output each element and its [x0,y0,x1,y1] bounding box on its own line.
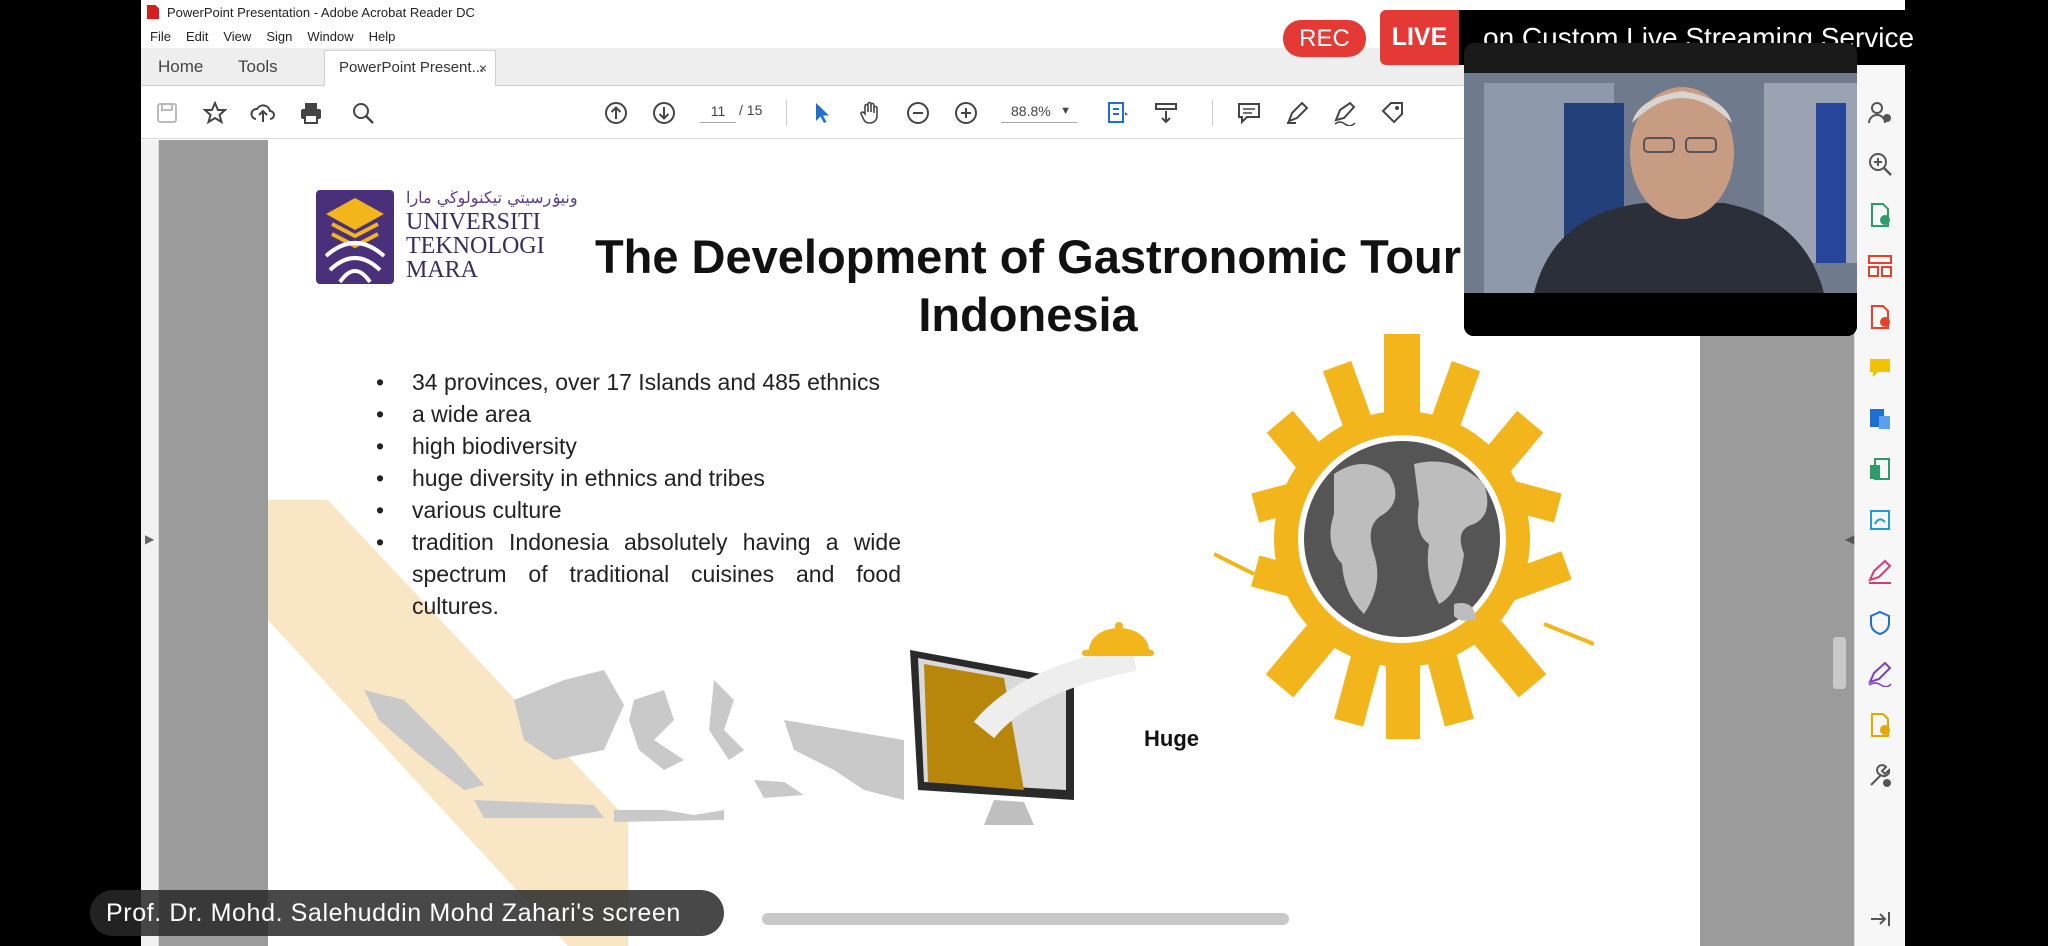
sign-icon[interactable] [1330,98,1360,128]
comment-icon[interactable] [1234,98,1264,128]
zoom-out-icon[interactable] [903,98,933,128]
acrobat-app-icon [147,5,159,19]
bullet-list: 34 provinces, over 17 Islands and 485 et… [376,366,901,622]
upload-cloud-icon[interactable] [248,98,278,128]
toolbar-divider [786,100,787,126]
zoom-select[interactable]: 88.8% ▼ [1001,99,1077,123]
share-user-icon[interactable] [1867,100,1893,126]
create-pdf-icon[interactable] [1867,304,1893,330]
slide-title-line-1: The Development of Gastronomic Tour [594,230,1462,283]
fill-sign-tool-icon[interactable] [1867,559,1893,585]
next-page-icon[interactable] [649,98,679,128]
toolbar-divider [1212,100,1213,126]
edit-pdf-icon[interactable] [1867,406,1893,432]
uitm-logo-icon [316,190,394,284]
webcam-video-frame [1464,43,1857,336]
bookmark-star-icon[interactable] [200,98,230,128]
protect-icon[interactable] [1867,610,1893,636]
collapse-panel-arrow-icon[interactable]: ◀ [1845,532,1854,546]
zoom-value: 88.8% [1011,103,1051,119]
save-icon[interactable] [152,98,182,128]
zoom-icon[interactable] [1867,151,1893,177]
send-sign-icon[interactable] [1867,508,1893,534]
horizontal-scroll-thumb[interactable] [762,913,1289,925]
bullet-item: 34 provinces, over 17 Islands and 485 et… [376,366,901,398]
bullet-item: high biodiversity [376,430,901,462]
chevron-down-icon: ▼ [1060,105,1071,117]
expand-left-panel-icon[interactable]: ▶ [145,532,154,546]
page-fit-icon[interactable] [1103,98,1133,128]
menu-window[interactable]: Window [307,29,353,44]
zoom-in-icon[interactable] [951,98,981,128]
live-badge: LIVE [1380,10,1459,65]
indonesia-map-icon [364,670,904,822]
prev-page-icon[interactable] [601,98,631,128]
menu-view[interactable]: View [223,29,251,44]
monitor-illustration [910,622,1154,825]
comment-tool-icon[interactable] [1867,355,1893,381]
logo-line-1: UNIVERSITI [406,209,541,235]
customize-tools-icon[interactable] [1867,763,1893,789]
scroll-mode-icon[interactable] [1151,98,1181,128]
bullet-item: huge diversity in ethnics and tribes [376,462,901,494]
search-icon[interactable] [348,98,378,128]
bullet-item: a wide area [376,398,901,430]
tab-home[interactable]: Home [158,48,203,86]
more-tools-icon[interactable] [1867,712,1893,738]
presenter-webcam [1464,43,1857,336]
logo-line-3: MARA [406,257,479,283]
tab-document-label: PowerPoint Present... [339,59,485,76]
page-number-input[interactable]: 11 [700,99,736,123]
collapse-panel-icon[interactable] [1867,906,1893,932]
window-title: PowerPoint Presentation - Adobe Acrobat … [167,4,475,20]
export-pdf-icon[interactable] [1867,202,1893,228]
sign-pen-icon[interactable] [1867,661,1893,688]
compress-icon[interactable] [1867,457,1893,483]
menu-file[interactable]: File [150,29,171,44]
city-globe-icon [1214,334,1594,739]
illustration-label: Huge [1144,726,1199,751]
fill-sign-icon[interactable] [1378,98,1408,128]
bullet-item: various culture [376,494,901,526]
close-tab-icon[interactable]: × [479,51,487,85]
bullet-item: tradition Indonesia absolutely having a … [376,526,901,622]
highlight-pen-icon[interactable] [1282,98,1312,128]
page-total: / 15 [739,102,763,118]
select-cursor-icon[interactable] [807,98,837,128]
tab-tools[interactable]: Tools [238,48,278,86]
screen-share-label: Prof. Dr. Mohd. Salehuddin Mohd Zahari's… [90,890,724,936]
tab-document[interactable]: PowerPoint Present... × [324,50,496,87]
rec-badge: REC [1283,20,1366,57]
right-tools-pane: ◀ [1845,48,1905,946]
menu-edit[interactable]: Edit [186,29,208,44]
logo-line-2: TEKNOLOGI [406,233,545,259]
menu-sign[interactable]: Sign [266,29,292,44]
organize-pages-icon[interactable] [1867,253,1893,279]
hand-icon[interactable] [855,98,885,128]
logo-jawi-script: ونيۏرسيتي تيكنولوڬي مارا [406,188,579,207]
left-nav-rail: ▶ [141,140,159,946]
menu-help[interactable]: Help [369,29,396,44]
print-icon[interactable] [296,98,326,128]
vertical-scroll-thumb[interactable] [1833,637,1846,689]
